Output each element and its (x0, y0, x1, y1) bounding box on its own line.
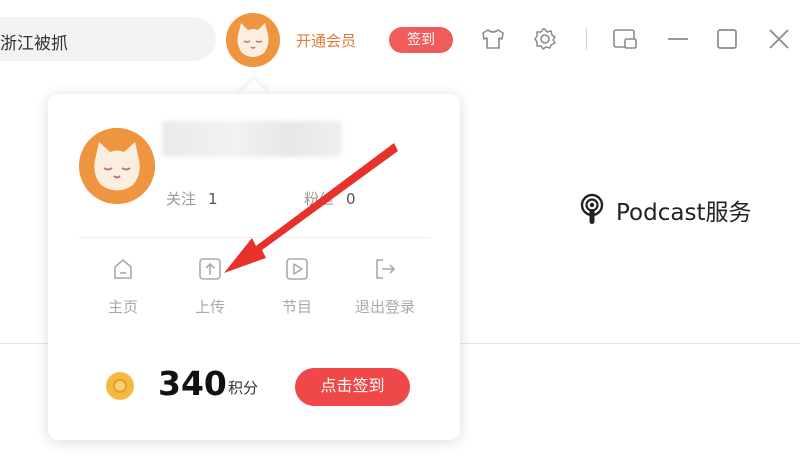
gear-icon[interactable] (530, 24, 560, 54)
cat-avatar-icon (79, 128, 155, 204)
popup-divider (78, 237, 430, 238)
cat-avatar-icon (226, 13, 280, 67)
follow-count: 1 (208, 190, 218, 208)
action-label: 节目 (281, 298, 312, 316)
action-program[interactable]: 节目 (265, 254, 329, 324)
program-icon (282, 254, 312, 284)
action-label: 上传 (194, 298, 225, 316)
points-value: 340 (158, 364, 227, 403)
action-upload[interactable]: 上传 (178, 254, 242, 324)
minimize-icon[interactable] (663, 24, 693, 54)
points-unit: 积分 (228, 379, 259, 397)
podcast-service-link[interactable]: Podcast服务 (578, 193, 751, 227)
skin-icon[interactable] (478, 24, 508, 54)
username-blurred (162, 121, 342, 157)
action-logout[interactable]: 退出登录 (350, 254, 420, 324)
maximize-icon[interactable] (712, 24, 742, 54)
app-window: 浙江被抓 开通会员 签到 Podcast服务 关注 1 粉丝 0 主页 上传 节… (0, 0, 800, 463)
mini-mode-icon[interactable] (610, 24, 640, 54)
profile-avatar[interactable] (79, 128, 155, 204)
follow-label: 关注 (166, 190, 197, 208)
follow-stat[interactable]: 关注 1 (166, 188, 218, 209)
fans-stat[interactable]: 粉丝 0 (304, 188, 356, 209)
user-avatar[interactable] (226, 13, 280, 67)
action-label: 退出登录 (354, 298, 415, 316)
titlebar-divider (586, 28, 587, 50)
search-box[interactable]: 浙江被抓 (0, 17, 216, 61)
checkin-button[interactable]: 点击签到 (295, 368, 410, 406)
vip-link[interactable]: 开通会员 (296, 30, 356, 51)
podcast-icon (578, 193, 606, 227)
podcast-label: Podcast服务 (616, 200, 752, 226)
signin-badge[interactable]: 签到 (389, 27, 453, 53)
upload-icon (195, 254, 225, 284)
fans-label: 粉丝 (304, 190, 335, 208)
user-profile-popup: 关注 1 粉丝 0 主页 上传 节目 退出登录 340 积分 点击签到 (48, 94, 460, 440)
search-text: 浙江被抓 (0, 34, 68, 54)
logout-icon (370, 254, 400, 284)
points-coin-icon (106, 372, 134, 400)
action-home[interactable]: 主页 (91, 254, 155, 324)
home-icon (108, 254, 138, 284)
fans-count: 0 (346, 190, 356, 208)
close-icon[interactable] (764, 24, 794, 54)
action-label: 主页 (107, 298, 138, 316)
